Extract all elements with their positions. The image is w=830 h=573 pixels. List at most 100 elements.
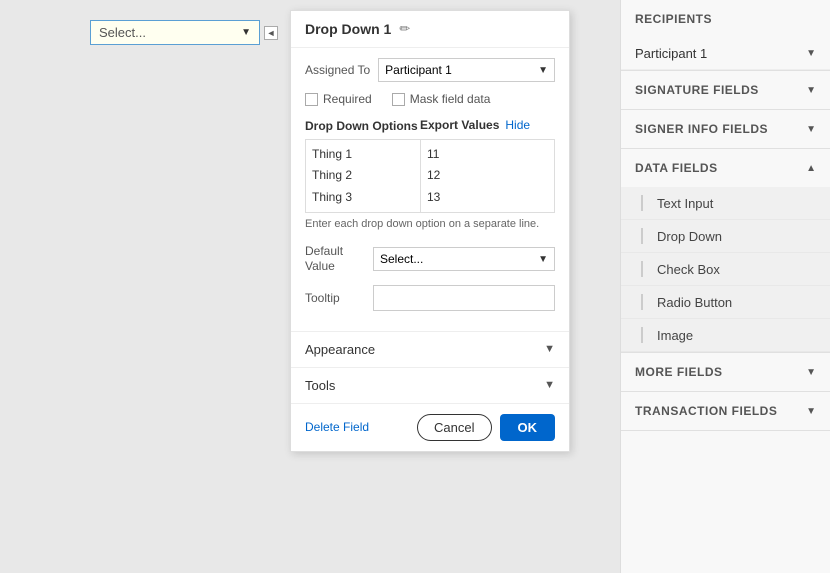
panel-title: Drop Down 1 [305,21,391,37]
data-fields-header[interactable]: Data Fields ▲ [621,149,830,187]
signer-info-arrow-icon: ▼ [806,124,816,135]
recipients-title: RECIPIENTS [635,12,712,26]
data-fields-section: Data Fields ▲ Text Input Drop Down Check… [621,149,830,353]
delete-field-link[interactable]: Delete Field [305,420,369,434]
radio-button-label: Radio Button [657,295,732,310]
mask-field-checkbox-box [392,93,405,106]
image-divider [641,327,643,343]
transaction-fields-header[interactable]: Transaction Fields ▼ [621,392,830,430]
check-box-divider [641,261,643,277]
checkboxes-row: Required Mask field data [305,92,555,106]
appearance-arrow-icon: ▼ [544,343,555,355]
participant-1-arrow-icon: ▼ [806,48,816,59]
options-grid: Thing 1 Thing 2 Thing 3 11 12 13 [305,139,555,214]
panel: Drop Down 1 ✏ Assigned To Participant 1 … [290,10,570,452]
text-input-divider [641,195,643,211]
mask-field-checkbox-label: Mask field data [410,92,491,106]
data-fields-arrow-icon: ▲ [806,163,816,174]
recipients-header[interactable]: RECIPIENTS [621,0,830,38]
options-header: Drop Down Options Export Values Hide [305,118,555,135]
options-section: Drop Down Options Export Values Hide Thi… [305,118,555,232]
options-right: 11 12 13 [421,140,554,213]
export-12: 12 [427,165,548,187]
canvas-select[interactable]: Select... ▼ [90,20,260,45]
export-header: Export Values Hide [420,118,530,132]
footer-buttons: Cancel OK [417,414,555,441]
assigned-to-value: Participant 1 [385,63,452,77]
signature-fields-section: Signature Fields ▼ [621,71,830,110]
appearance-title: Appearance [305,342,375,357]
data-field-radio-button[interactable]: Radio Button [621,286,830,319]
signer-info-title: Signer Info Fields [635,122,768,136]
transaction-fields-arrow-icon: ▼ [806,406,816,417]
data-field-text-input[interactable]: Text Input [621,187,830,220]
data-field-check-box[interactable]: Check Box [621,253,830,286]
mask-field-checkbox[interactable]: Mask field data [392,92,491,106]
tools-section[interactable]: Tools ▼ [291,367,569,403]
canvas-area: Select... ▼ ◄ Drop Down 1 ✏ Assigned To … [0,0,620,573]
assigned-to-label: Assigned To [305,63,370,77]
data-fields-list: Text Input Drop Down Check Box Radio But… [621,187,830,352]
drop-down-label: Drop Down [657,229,722,244]
panel-body: Assigned To Participant 1 ▼ Required Mas… [291,48,569,331]
signature-fields-arrow-icon: ▼ [806,85,816,96]
default-value-row: DefaultValue Select... ▼ [305,244,555,275]
signature-fields-header[interactable]: Signature Fields ▼ [621,71,830,109]
export-13: 13 [427,187,548,209]
tools-arrow-icon: ▼ [544,379,555,391]
cancel-button[interactable]: Cancel [417,414,491,441]
options-left: Thing 1 Thing 2 Thing 3 [306,140,421,213]
appearance-section[interactable]: Appearance ▼ [291,331,569,367]
options-title: Drop Down Options [305,119,418,133]
participant-1-name: Participant 1 [635,46,707,61]
data-field-image[interactable]: Image [621,319,830,352]
option-thing2: Thing 2 [312,165,414,187]
option-thing3: Thing 3 [312,187,414,209]
more-fields-title: More Fields [635,365,723,379]
more-fields-section: More Fields ▼ [621,353,830,392]
tools-title: Tools [305,378,335,393]
right-sidebar: RECIPIENTS Participant 1 ▼ Signature Fie… [620,0,830,573]
canvas-select-text: Select... [99,25,146,40]
default-value-arrow-icon: ▼ [538,254,548,265]
more-fields-arrow-icon: ▼ [806,367,816,378]
data-field-drop-down[interactable]: Drop Down [621,220,830,253]
required-checkbox-label: Required [323,92,372,106]
panel-header: Drop Down 1 ✏ [291,11,569,48]
export-11: 11 [427,144,548,166]
default-value-select[interactable]: Select... ▼ [373,247,555,271]
signature-fields-title: Signature Fields [635,83,759,97]
tooltip-label: Tooltip [305,291,365,305]
signer-info-header[interactable]: Signer Info Fields ▼ [621,110,830,148]
canvas-handle[interactable]: ◄ [264,26,278,40]
export-values-label: Export Values [420,118,499,132]
recipients-section: RECIPIENTS Participant 1 ▼ [621,0,830,71]
more-fields-header[interactable]: More Fields ▼ [621,353,830,391]
image-label: Image [657,328,693,343]
assigned-to-select[interactable]: Participant 1 ▼ [378,58,555,82]
canvas-select-arrow-icon: ▼ [241,27,251,38]
options-hint: Enter each drop down option on a separat… [305,217,555,231]
ok-button[interactable]: OK [500,414,556,441]
required-checkbox[interactable]: Required [305,92,372,106]
default-value-label: DefaultValue [305,244,365,275]
main-area: Select... ▼ ◄ Drop Down 1 ✏ Assigned To … [0,0,830,573]
option-thing1: Thing 1 [312,144,414,166]
panel-footer: Delete Field Cancel OK [291,403,569,451]
hide-link[interactable]: Hide [505,118,530,132]
tooltip-input[interactable] [373,285,555,311]
transaction-fields-title: Transaction Fields [635,404,777,418]
data-fields-title: Data Fields [635,161,718,175]
required-checkbox-box [305,93,318,106]
canvas-dropdown-widget: Select... ▼ ◄ [90,20,278,45]
signer-info-section: Signer Info Fields ▼ [621,110,830,149]
assigned-to-row: Assigned To Participant 1 ▼ [305,58,555,82]
tooltip-row: Tooltip [305,285,555,311]
drop-down-divider [641,228,643,244]
radio-button-divider [641,294,643,310]
participant-1-item[interactable]: Participant 1 ▼ [621,38,830,70]
check-box-label: Check Box [657,262,720,277]
transaction-fields-section: Transaction Fields ▼ [621,392,830,431]
edit-icon[interactable]: ✏ [399,21,410,37]
assigned-to-arrow-icon: ▼ [538,65,548,76]
